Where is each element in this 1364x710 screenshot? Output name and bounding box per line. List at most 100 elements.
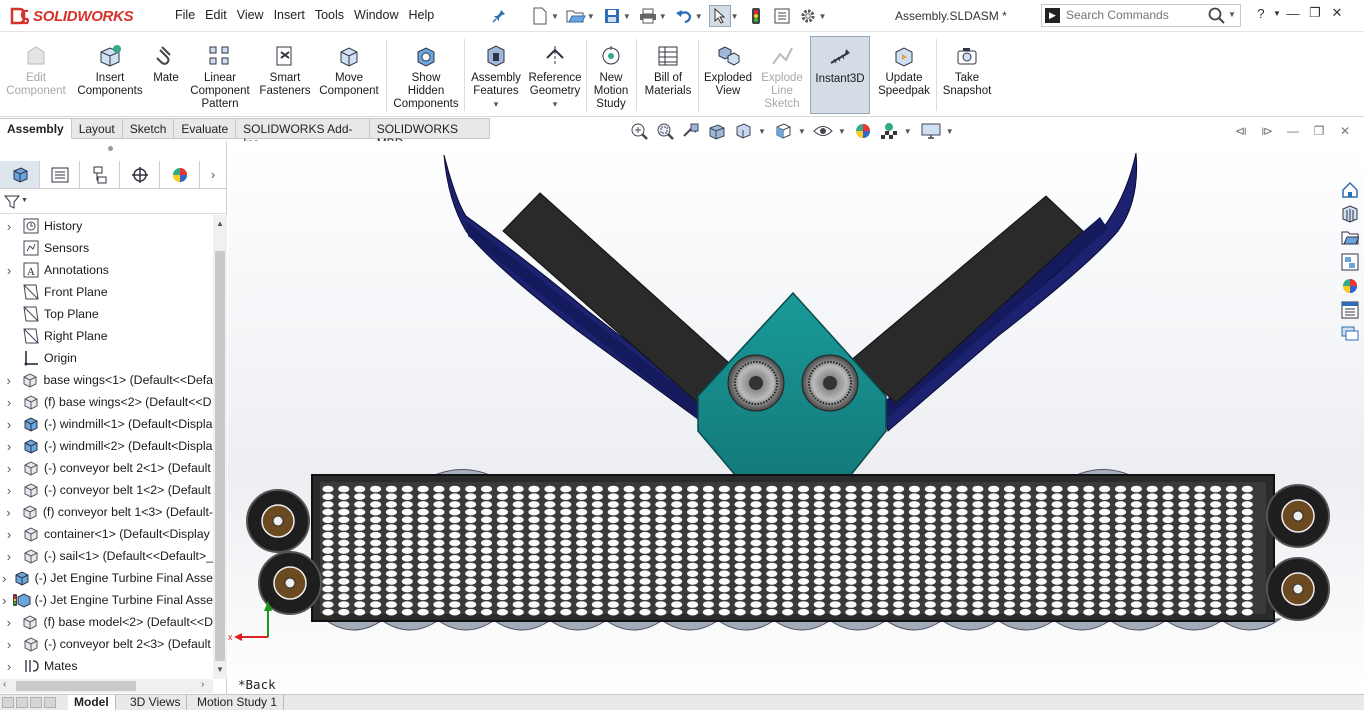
view-orientation-icon[interactable]	[772, 121, 794, 141]
property-manager-tab[interactable]	[40, 161, 80, 188]
wheel[interactable]	[1266, 484, 1330, 548]
tree-item[interactable]: › container<1> (Default<Display	[0, 523, 213, 545]
edit-appearance-icon[interactable]	[852, 121, 874, 141]
tree-item[interactable]: Origin	[0, 347, 213, 369]
expand-chevron-icon[interactable]: ›	[2, 373, 15, 388]
dimxpert-manager-tab[interactable]	[120, 161, 160, 188]
restore-icon[interactable]: ❐	[1304, 5, 1326, 21]
dynamic-annotation-views-icon[interactable]	[732, 121, 754, 141]
tree-item[interactable]: › (f) base wings<2> (Default<<D	[0, 391, 213, 413]
save-icon[interactable]	[601, 5, 623, 27]
left-wing[interactable]	[443, 154, 739, 426]
chevron-down-icon[interactable]: ▼	[1228, 10, 1236, 19]
chevron-down-icon[interactable]: ▼	[904, 127, 912, 136]
tree-item[interactable]: › A Annotations	[0, 259, 213, 281]
chevron-down-icon[interactable]: ▼	[659, 12, 667, 21]
expand-chevron-icon[interactable]: ›	[2, 571, 7, 586]
feature-manager-tab[interactable]	[0, 161, 40, 188]
open-folder-icon[interactable]	[565, 5, 587, 27]
linear-component-pattern-button[interactable]: Linear Component Pattern	[186, 36, 254, 114]
tree-item[interactable]: › History	[0, 215, 213, 237]
instant3d-button[interactable]: Instant3D	[810, 36, 870, 114]
options-gear-icon[interactable]	[797, 5, 819, 27]
reference-geometry-button[interactable]: Reference Geometry ▾	[526, 36, 584, 114]
menu-help[interactable]: Help	[409, 8, 435, 22]
expand-chevron-icon[interactable]: ›	[2, 461, 16, 476]
scroll-down-icon[interactable]: ▼	[216, 665, 224, 674]
expand-chevron-icon[interactable]: ›	[2, 615, 15, 630]
take-snapshot-button[interactable]: Take Snapshot	[938, 36, 996, 114]
scroll-up-icon[interactable]: ▲	[216, 219, 224, 228]
expand-chevron-icon[interactable]: ›	[2, 593, 7, 608]
bill-of-materials-button[interactable]: Bill of Materials	[640, 36, 696, 114]
configuration-manager-tab[interactable]	[80, 161, 120, 188]
zoom-to-fit-icon[interactable]	[628, 121, 650, 141]
viewport-close-icon[interactable]: ✕	[1332, 124, 1358, 138]
hide-show-items-icon[interactable]	[812, 121, 834, 141]
tab-solidworks-mbd[interactable]: SOLIDWORKS MBD	[369, 118, 490, 150]
expand-chevron-icon[interactable]: ›	[2, 637, 16, 652]
chevron-down-icon[interactable]: ▼	[551, 12, 559, 21]
search-icon[interactable]	[1208, 7, 1226, 25]
insert-components-button[interactable]: Insert Components	[74, 36, 146, 114]
menu-tools[interactable]: Tools	[315, 8, 344, 22]
viewport-restore-icon[interactable]: ❐	[1306, 124, 1332, 138]
minimize-icon[interactable]: —	[1282, 6, 1304, 21]
show-hidden-components-button[interactable]: Show Hidden Components	[390, 36, 462, 114]
chevron-down-icon[interactable]: ▾	[553, 98, 558, 111]
edit-component-button[interactable]: Edit Component	[2, 36, 70, 114]
exploded-view-button[interactable]: Exploded View	[700, 36, 756, 114]
view-settings-icon[interactable]	[920, 121, 942, 141]
next-tab-nav-icon[interactable]	[30, 697, 42, 708]
turbine-left[interactable]	[727, 354, 785, 412]
custom-properties-icon[interactable]	[1338, 298, 1362, 322]
tree-item[interactable]: Top Plane	[0, 303, 213, 325]
tree-horizontal-scrollbar[interactable]: ‹ ›	[0, 679, 213, 693]
tree-item[interactable]: Right Plane	[0, 325, 213, 347]
tree-item[interactable]: › (-) conveyor belt 2<1> (Default	[0, 457, 213, 479]
menu-insert[interactable]: Insert	[274, 8, 305, 22]
tab-motion-study-1[interactable]: Motion Study 1	[191, 695, 285, 710]
graphics-area[interactable]: x	[228, 141, 1364, 695]
viewport-minimize-icon[interactable]: —	[1280, 124, 1306, 138]
chevron-down-icon[interactable]: ▼	[587, 12, 595, 21]
right-wing[interactable]	[849, 152, 1138, 432]
tree-item[interactable]: › (f) base model<2> (Default<<D	[0, 611, 213, 633]
chevron-down-icon[interactable]: ▼	[758, 127, 766, 136]
menu-file[interactable]: File	[175, 8, 195, 22]
close-icon[interactable]: ✕	[1326, 5, 1348, 21]
view-palette-icon[interactable]	[1338, 250, 1362, 274]
tree-item[interactable]: › (-) sail<1> (Default<<Default>_	[0, 545, 213, 567]
expand-chevron-icon[interactable]: ›	[2, 263, 16, 278]
first-tab-nav-icon[interactable]	[2, 697, 14, 708]
appearances-scenes-icon[interactable]	[1338, 274, 1362, 298]
apply-scene-icon[interactable]	[878, 121, 900, 141]
new-motion-study-button[interactable]: New Motion Study	[590, 36, 632, 114]
new-document-icon[interactable]	[529, 5, 551, 27]
file-explorer-icon[interactable]	[1338, 226, 1362, 250]
tab-sketch[interactable]: Sketch	[122, 118, 175, 139]
chevron-down-icon[interactable]: ▼	[695, 12, 703, 21]
search-input[interactable]	[1066, 8, 1206, 22]
assembly-model-render[interactable]: x	[228, 141, 1364, 695]
chevron-down-icon[interactable]: ▼	[819, 12, 827, 21]
scroll-left-icon[interactable]: ‹	[3, 679, 6, 690]
help-icon[interactable]: ?	[1250, 6, 1272, 21]
last-tab-nav-icon[interactable]	[44, 697, 56, 708]
forum-icon[interactable]	[1338, 322, 1362, 346]
expand-chevron-icon[interactable]: ›	[2, 439, 16, 454]
expand-chevron-icon[interactable]: ›	[2, 395, 16, 410]
tree-item[interactable]: › (-) windmill<2> (Default<Displa	[0, 435, 213, 457]
turbine-right[interactable]	[801, 354, 859, 412]
search-commands-box[interactable]: ▶ ▼	[1041, 4, 1241, 27]
tree-item[interactable]: › (-) windmill<1> (Default<Displa	[0, 413, 213, 435]
tab-layout[interactable]: Layout	[71, 118, 123, 139]
chevron-down-icon[interactable]: ▼	[21, 197, 28, 204]
scroll-right-icon[interactable]: ›	[201, 679, 204, 690]
tab-evaluate[interactable]: Evaluate	[174, 118, 237, 139]
expand-chevron-icon[interactable]: ›	[2, 527, 16, 542]
panel-grip-dot[interactable]	[108, 146, 113, 151]
tree-item[interactable]: › (-) conveyor belt 1<2> (Default	[0, 479, 213, 501]
mate-button[interactable]: Mate	[148, 36, 184, 114]
assembly-features-button[interactable]: Assembly Features ▾	[468, 36, 524, 114]
